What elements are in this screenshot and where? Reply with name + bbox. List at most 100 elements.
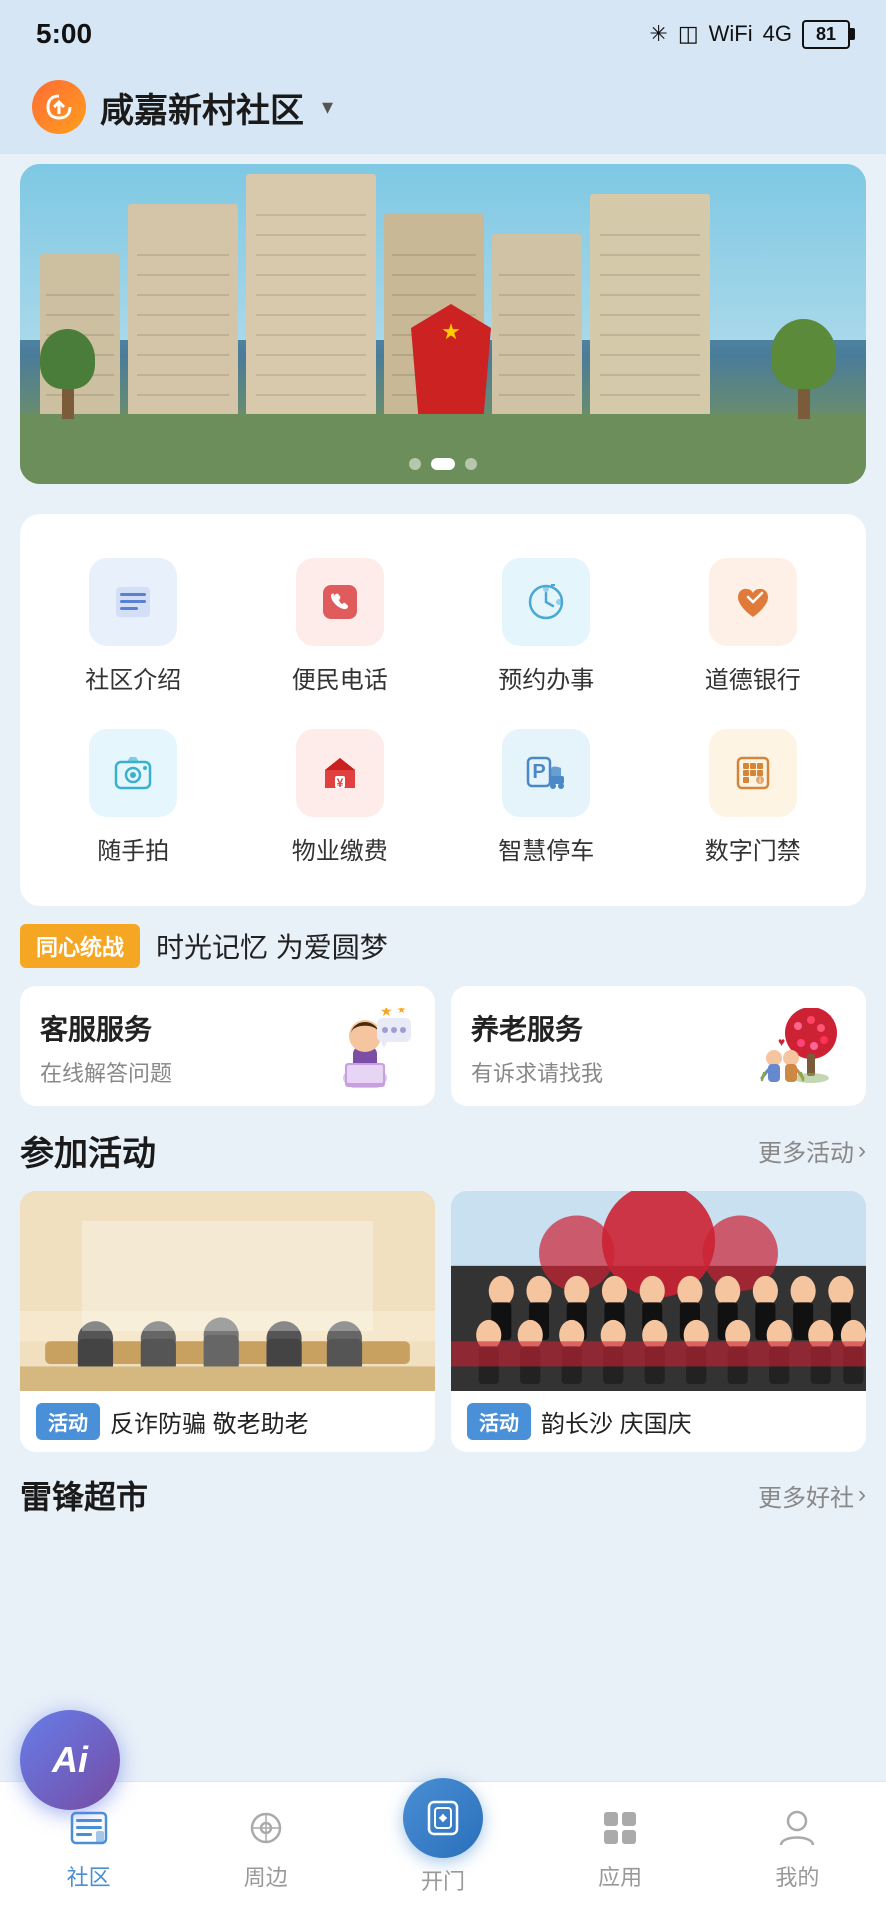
battery-indicator: 81 — [802, 20, 850, 49]
customer-service-card[interactable]: 客服服务 在线解答问题 ★ ★ — [20, 986, 435, 1106]
moral-bank-label: 道德银行 — [705, 660, 801, 695]
app-logo — [32, 80, 86, 134]
activity-2-name: 韵长沙 庆国庆 — [541, 1404, 692, 1439]
monument: ★ — [411, 304, 491, 424]
photo-icon — [89, 729, 177, 817]
activity-2-footer: 活动 韵长沙 庆国庆 — [451, 1391, 866, 1452]
hotline-icon — [296, 558, 384, 646]
bluetooth-icon: ✳ — [649, 21, 667, 47]
appointment-label: 预约办事 — [498, 660, 594, 695]
customer-service-text: 客服服务 在线解答问题 — [40, 1008, 311, 1088]
svg-text:P: P — [533, 761, 546, 783]
activities-section-header: 参加活动 更多活动 › — [20, 1126, 866, 1175]
digital-door-label: 数字门禁 — [705, 831, 801, 866]
more-section-header: 雷锋超市 更多好社 › — [20, 1472, 866, 1518]
tree-left — [40, 329, 95, 419]
more-section-link[interactable]: 更多好社 › — [758, 1478, 866, 1513]
apps-nav-label: 应用 — [598, 1860, 642, 1892]
community-intro-label: 社区介绍 — [85, 660, 181, 695]
more-section-title: 雷锋超市 — [20, 1472, 148, 1518]
hotline-label: 便民电话 — [292, 660, 388, 695]
dropdown-chevron[interactable]: ▾ — [322, 94, 333, 120]
nav-opendoor[interactable]: 开门 — [393, 1798, 493, 1896]
building-6 — [590, 194, 710, 414]
svg-text:♥: ♥ — [778, 1035, 785, 1049]
more-activities-link[interactable]: 更多活动 › — [758, 1133, 866, 1168]
activity-card-1[interactable]: 活动 反诈防骗 敬老助老 — [20, 1191, 435, 1452]
digital-door-icon: i — [709, 729, 797, 817]
icon-photo[interactable]: 随手拍 — [30, 715, 237, 886]
elder-service-card[interactable]: 养老服务 有诉求请找我 — [451, 986, 866, 1106]
nearby-nav-label: 周边 — [244, 1860, 288, 1892]
banner-image: ★ — [20, 164, 866, 484]
icon-hotline[interactable]: 便民电话 — [237, 544, 444, 715]
signal-icon: 4G — [763, 21, 792, 47]
elder-service-title: 养老服务 — [471, 1008, 742, 1048]
status-bar: 5:00 ✳ ◫ WiFi 4G 81 — [0, 0, 886, 60]
customer-service-illustration: ★ ★ — [325, 1008, 415, 1088]
building-5 — [492, 234, 582, 414]
property-fee-icon: ¥ — [296, 729, 384, 817]
mine-nav-label: 我的 — [775, 1860, 819, 1892]
nav-community[interactable]: 社区 — [39, 1802, 139, 1892]
activity-1-name: 反诈防骗 敬老助老 — [110, 1404, 309, 1439]
nav-apps[interactable]: 应用 — [570, 1802, 670, 1892]
service-cards-container: 客服服务 在线解答问题 ★ ★ — [20, 986, 866, 1106]
customer-service-title: 客服服务 — [40, 1008, 311, 1048]
svg-text:★: ★ — [380, 1008, 393, 1019]
activity-card-2[interactable]: 活动 韵长沙 庆国庆 — [451, 1191, 866, 1452]
banner-ground — [20, 414, 866, 484]
activity-image-1 — [20, 1191, 435, 1391]
activities-title: 参加活动 — [20, 1126, 156, 1175]
carousel-dots — [409, 458, 477, 470]
status-time: 5:00 — [36, 18, 92, 50]
customer-service-subtitle: 在线解答问题 — [40, 1056, 311, 1088]
icon-digital-door[interactable]: i 数字门禁 — [650, 715, 857, 886]
activity-image-2 — [451, 1191, 866, 1391]
monument-star: ★ — [441, 319, 461, 345]
community-intro-icon — [89, 558, 177, 646]
building-2 — [128, 204, 238, 414]
status-icons: ✳ ◫ WiFi 4G 81 — [649, 20, 850, 49]
tree-right — [771, 319, 836, 419]
smart-parking-icon: P — [502, 729, 590, 817]
opendoor-center-button[interactable] — [403, 1778, 483, 1858]
mine-nav-icon — [771, 1802, 823, 1854]
nfc-icon: ◫ — [678, 21, 699, 47]
opendoor-nav-label: 开门 — [421, 1864, 465, 1896]
wifi-icon: WiFi — [709, 21, 753, 47]
header: 咸嘉新村社区 ▾ — [0, 60, 886, 154]
icon-moral-bank[interactable]: 道德银行 — [650, 544, 857, 715]
icon-property-fee[interactable]: ¥ 物业缴费 — [237, 715, 444, 886]
appointment-icon — [502, 558, 590, 646]
elder-service-illustration: ♥ — [756, 1008, 846, 1088]
activity-2-badge: 活动 — [467, 1403, 531, 1440]
nav-mine[interactable]: 我的 — [747, 1802, 847, 1892]
activity-1-footer: 活动 反诈防骗 敬老助老 — [20, 1391, 435, 1452]
icon-community-intro[interactable]: 社区介绍 — [30, 544, 237, 715]
elder-service-text: 养老服务 有诉求请找我 — [471, 1008, 742, 1088]
smart-parking-label: 智慧停车 — [498, 831, 594, 866]
bottom-navigation: 社区 周边 开门 — [0, 1781, 886, 1920]
activity-1-badge: 活动 — [36, 1403, 100, 1440]
moral-bank-icon — [709, 558, 797, 646]
icon-appointment[interactable]: 预约办事 — [443, 544, 650, 715]
svg-text:i: i — [759, 776, 761, 785]
banner-carousel[interactable]: ★ — [20, 164, 866, 484]
activity-cards-container: 活动 反诈防骗 敬老助老 — [20, 1191, 866, 1452]
nav-nearby[interactable]: 周边 — [216, 1802, 316, 1892]
dot-1[interactable] — [409, 458, 421, 470]
tongxin-banner[interactable]: 同心统战 时光记忆 为爱圆梦 — [20, 924, 866, 968]
building-3 — [246, 174, 376, 414]
dot-3[interactable] — [465, 458, 477, 470]
tongxin-text: 时光记忆 为爱圆梦 — [156, 926, 388, 966]
tongxin-badge: 同心统战 — [20, 924, 140, 968]
ai-button[interactable]: Ai — [20, 1710, 120, 1810]
community-name: 咸嘉新村社区 — [100, 83, 304, 132]
monument-base: ★ — [411, 304, 491, 424]
apps-nav-icon — [594, 1802, 646, 1854]
icon-smart-parking[interactable]: P 智慧停车 — [443, 715, 650, 886]
nearby-nav-icon — [240, 1802, 292, 1854]
dot-2[interactable] — [431, 458, 455, 470]
ai-label: Ai — [20, 1710, 120, 1810]
